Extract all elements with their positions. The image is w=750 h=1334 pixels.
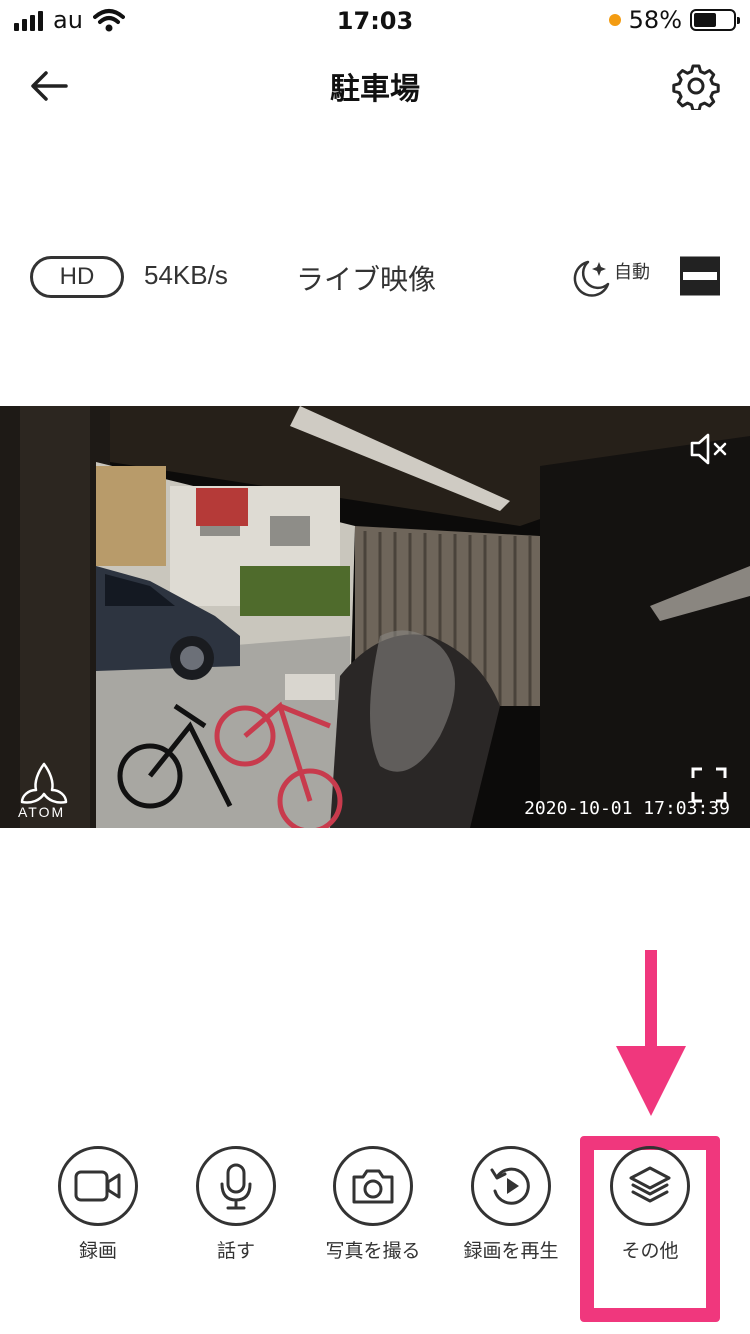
battery-percent: 58% [628, 6, 682, 34]
stream-info-row: HD 54KB/s ライブ映像 自動 [0, 250, 750, 310]
snapshot-button-circle [333, 1146, 413, 1226]
playback-label: 録画を再生 [463, 1240, 559, 1262]
playback-button-circle [471, 1146, 551, 1226]
annotation-arrow-icon [616, 950, 686, 1116]
more-button-circle [610, 1146, 690, 1226]
recording-dot-icon [608, 14, 621, 26]
more-label: その他 [621, 1240, 679, 1262]
replay-icon [490, 1167, 530, 1205]
page-title: 駐車場 [330, 72, 420, 107]
status-bar: au 17:03 58% [0, 0, 750, 40]
control-toolbar: 録画 話す 写真を撮る 録画を再生 その他 [0, 1146, 750, 1296]
camera-feed-image [0, 406, 750, 828]
more-button[interactable]: その他 [590, 1146, 710, 1263]
night-mode-label[interactable]: 自動 [614, 258, 650, 284]
camera-icon [352, 1169, 394, 1204]
speaker-muted-icon[interactable] [688, 428, 730, 470]
record-label: 録画 [78, 1240, 117, 1262]
snapshot-label: 写真を撮る [325, 1240, 421, 1262]
talk-button[interactable]: 話す [176, 1146, 296, 1263]
nav-bar: 駐車場 [0, 50, 750, 120]
bitrate-label: 54KB/s [144, 260, 228, 290]
talk-button-circle [196, 1146, 276, 1226]
playback-button[interactable]: 録画を再生 [451, 1146, 571, 1263]
record-button-circle [58, 1146, 138, 1226]
atom-brand-label: ATOM [18, 804, 66, 820]
moon-sparkle-icon[interactable] [566, 254, 614, 302]
layers-icon [629, 1166, 671, 1203]
status-right: 58% [608, 6, 740, 34]
microphone-icon [220, 1163, 252, 1210]
quality-toggle[interactable]: HD [30, 256, 124, 298]
talk-label: 話す [216, 1240, 255, 1262]
record-button[interactable]: 録画 [38, 1146, 158, 1263]
video-camera-icon [74, 1170, 121, 1202]
video-timestamp: 2020-10-01 17:03:39 [524, 798, 730, 819]
live-mode-label: ライブ映像 [296, 263, 437, 296]
live-video[interactable]: ATOM 2020-10-01 17:03:39 [0, 406, 750, 828]
gear-icon[interactable] [672, 62, 720, 110]
battery-icon [690, 9, 740, 31]
split-view-icon[interactable] [680, 256, 720, 296]
snapshot-button[interactable]: 写真を撮る [313, 1146, 433, 1263]
